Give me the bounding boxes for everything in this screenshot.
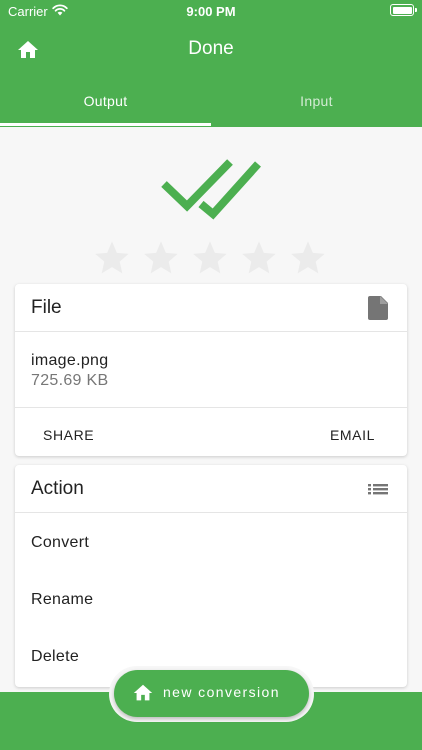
- action-card-header: Action: [15, 465, 407, 513]
- action-card: Action Convert Rename Delete: [15, 465, 407, 687]
- list-icon: [368, 484, 388, 495]
- tab-input[interactable]: Input: [211, 78, 422, 127]
- tab-input-label: Input: [300, 93, 333, 109]
- tab-output[interactable]: Output: [0, 78, 211, 127]
- action-card-title: Action: [31, 478, 84, 499]
- delete-action-label: Delete: [31, 648, 80, 665]
- status-bar: Carrier 9:00 PM: [0, 0, 422, 22]
- new-conversion-label: new conversion: [163, 684, 280, 700]
- file-card-header: File: [15, 284, 407, 332]
- home-icon: [133, 684, 153, 701]
- file-card-title: File: [31, 297, 62, 318]
- tab-indicator: [0, 123, 211, 126]
- email-button[interactable]: EMAIL: [330, 421, 375, 449]
- star-5-icon[interactable]: [288, 238, 328, 278]
- file-size: 725.69 KB: [31, 372, 109, 389]
- file-card-divider: [15, 407, 407, 408]
- status-time: 9:00 PM: [186, 4, 236, 19]
- convert-action-label: Convert: [31, 534, 90, 551]
- rename-action-label: Rename: [31, 591, 94, 608]
- done-all-icon: [161, 159, 261, 220]
- star-1-icon[interactable]: [92, 238, 132, 278]
- rename-action[interactable]: Rename: [15, 572, 407, 628]
- file-card: File image.png 725.69 KB SHARE EMAIL: [15, 284, 407, 456]
- star-4-icon[interactable]: [239, 238, 279, 278]
- new-conversion-button[interactable]: new conversion: [114, 670, 309, 717]
- page-title: Done: [188, 38, 234, 59]
- battery-icon: [390, 4, 417, 16]
- star-2-icon[interactable]: [141, 238, 181, 278]
- tab-output-label: Output: [83, 93, 128, 109]
- star-3-icon[interactable]: [190, 238, 230, 278]
- file-icon: [368, 296, 388, 320]
- convert-action[interactable]: Convert: [15, 515, 407, 571]
- share-button[interactable]: SHARE: [43, 421, 94, 449]
- file-name: image.png: [31, 352, 109, 369]
- rating-stars[interactable]: [92, 238, 332, 278]
